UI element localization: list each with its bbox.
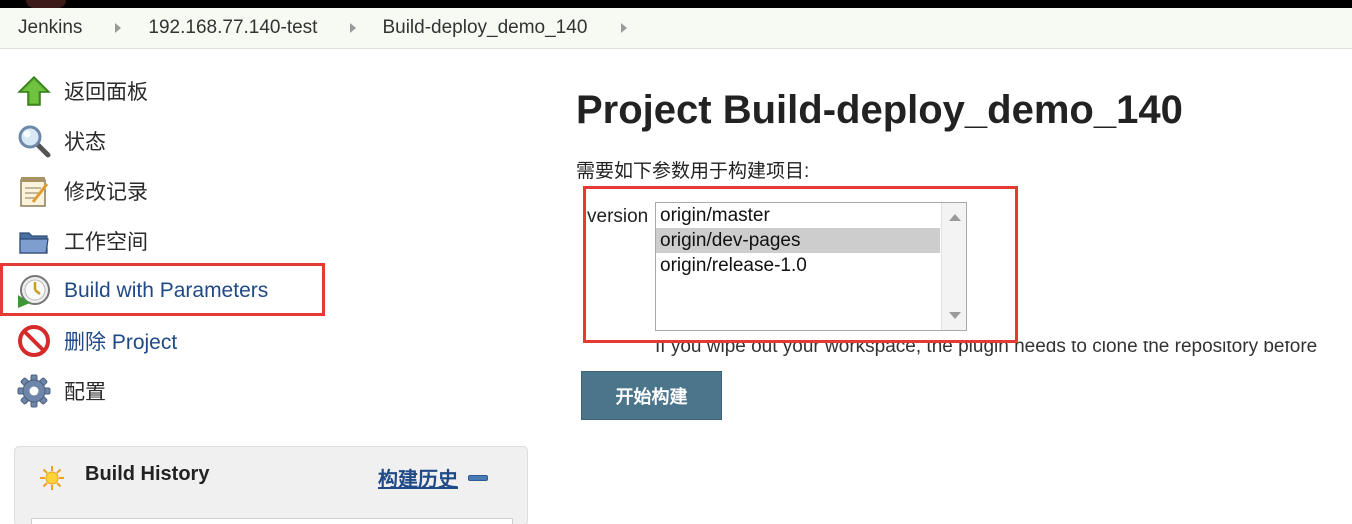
sidebar-item-delete-project[interactable]: 删除 Project [14, 319, 177, 363]
notepad-icon [14, 171, 54, 211]
build-history-title: Build History [85, 463, 210, 485]
highlight-box-build-with-parameters [0, 263, 325, 316]
start-build-button[interactable]: 开始构建 [581, 371, 722, 420]
gear-icon [14, 371, 54, 411]
up-arrow-icon [14, 71, 54, 111]
build-history-trend-link[interactable]: 构建历史 [378, 463, 458, 492]
sidebar-item-back-to-dashboard[interactable]: 返回面板 [14, 69, 148, 113]
magnifier-icon [14, 121, 54, 161]
jenkins-logo[interactable] [26, 0, 66, 8]
breadcrumb-folder[interactable]: 192.168.77.140-test [148, 17, 317, 39]
parameters-description: 需要如下参数用于构建项目: [576, 161, 810, 182]
collapse-icon[interactable] [468, 475, 488, 481]
build-history-panel: Build History 构建历史 [14, 446, 528, 524]
sidebar-item-changes[interactable]: 修改记录 [14, 169, 148, 213]
highlight-box-parameter [583, 186, 1018, 343]
sidebar-item-label: 配置 [64, 381, 106, 404]
breadcrumb-separator-icon[interactable] [621, 23, 628, 33]
sidebar-item-label: 删除 Project [64, 331, 178, 354]
sidebar-item-label: 工作空间 [64, 231, 148, 254]
breadcrumb-separator-icon[interactable] [350, 23, 357, 33]
sidebar-item-label: 返回面板 [64, 81, 148, 104]
sidebar-item-label: 修改记录 [64, 181, 148, 204]
top-header-bar [0, 0, 1352, 8]
sidebar-item-label: 状态 [64, 131, 106, 154]
build-history-list [31, 518, 513, 524]
breadcrumb-separator-icon[interactable] [115, 23, 122, 33]
breadcrumb-jenkins[interactable]: Jenkins [18, 17, 82, 39]
sidebar-item-workspace[interactable]: 工作空间 [14, 219, 148, 263]
sidebar-item-status[interactable]: 状态 [14, 119, 106, 163]
folder-icon [14, 221, 54, 261]
sidebar-item-configure[interactable]: 配置 [14, 369, 106, 413]
page-title: Project Build-deploy_demo_140 [576, 88, 1183, 132]
breadcrumb: Jenkins 192.168.77.140-test Build-deploy… [0, 8, 1352, 49]
breadcrumb-job[interactable]: Build-deploy_demo_140 [382, 17, 587, 39]
no-entry-icon [14, 321, 54, 361]
sun-icon [39, 465, 65, 496]
